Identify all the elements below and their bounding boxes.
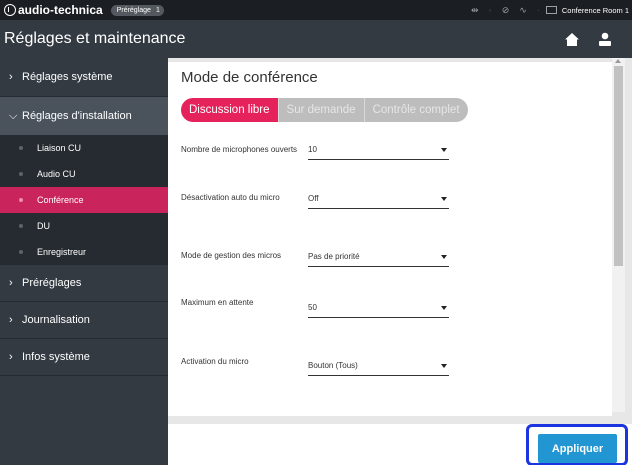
dropdown-arrow-icon (441, 254, 447, 259)
sidebar-subitem-label: DU (37, 221, 50, 231)
home-icon[interactable] (565, 33, 579, 46)
sidebar-subitem-label: Conférence (37, 195, 84, 205)
action-footer: Appliquer (168, 424, 632, 465)
status-icons: ⇹ ◦ ⊘ ∿ · (471, 4, 540, 16)
field-label: Activation du micro (181, 357, 249, 366)
sidebar-item-label: Réglages système (22, 71, 113, 83)
conference-mode-tabs: Discussion libre Sur demande Contrôle co… (181, 98, 468, 122)
sidebar-item-reglages-installation[interactable]: ⌵ Réglages d'installation (0, 97, 168, 135)
apply-button[interactable]: Appliquer (538, 434, 617, 463)
tab-discussion-libre[interactable]: Discussion libre (181, 98, 278, 122)
sidebar-item-label: Réglages d'installation (22, 110, 132, 122)
mic-activation-select[interactable]: Bouton (Tous) (308, 356, 449, 376)
field-label: Nombre de microphones ouverts (181, 145, 298, 154)
bullet-icon (19, 250, 23, 254)
mic-management-select[interactable]: Pas de priorité (308, 247, 449, 267)
sidebar-subitem-label: Liaison CU (37, 143, 82, 153)
power-icon: ⊘ (501, 5, 510, 15)
sidebar-item-label: Journalisation (22, 314, 90, 326)
preset-number: 1 (155, 6, 160, 14)
scrollbar-thumb[interactable] (614, 66, 623, 266)
sidebar-subitem-label: Enregistreur (37, 247, 87, 257)
header-bar: Réglages et maintenance (0, 20, 632, 58)
auto-mute-select[interactable]: Off (308, 189, 449, 209)
open-mics-select[interactable]: 10 (308, 140, 449, 160)
sidebar-subitem-conference[interactable]: Conférence (0, 187, 168, 213)
signal-icon: ∿ (519, 5, 527, 15)
sidebar-item-label: Préréglages (22, 277, 82, 289)
user-icon[interactable] (598, 32, 612, 46)
sidebar-subitem-label: Audio CU (37, 169, 76, 179)
dropdown-arrow-icon (441, 363, 447, 368)
preset-indicator: Préréglage 1 (110, 4, 164, 16)
top-status-bar: audio-technica Préréglage 1 ⇹ ◦ ⊘ ∿ · Co… (0, 0, 632, 20)
select-value: Pas de priorité (308, 252, 360, 261)
bullet-icon (19, 224, 23, 228)
brand-name: audio-technica (18, 3, 103, 17)
page-title: Réglages et maintenance (4, 30, 186, 47)
sidebar-divider (0, 375, 168, 376)
chevron-right-icon: › (9, 277, 13, 289)
dropdown-arrow-icon (441, 196, 447, 201)
field-label: Mode de gestion des micros (181, 251, 282, 260)
chevron-right-icon: › (9, 351, 13, 363)
tab-controle-complet[interactable]: Contrôle complet (364, 98, 468, 122)
vertical-scrollbar[interactable] (612, 58, 625, 412)
sidebar-subitem-du[interactable]: DU (0, 213, 168, 239)
status-dot-icon: · (536, 5, 540, 15)
sidebar-item-journalisation[interactable]: › Journalisation (0, 302, 168, 338)
sidebar-subitem-liaison-cu[interactable]: Liaison CU (0, 135, 168, 161)
room-indicator: Conference Room 1 (545, 0, 629, 20)
scroll-up-icon[interactable] (615, 59, 621, 63)
select-value: 10 (308, 145, 317, 154)
sidebar-subitem-enregistreur[interactable]: Enregistreur (0, 239, 168, 265)
field-label: Désactivation auto du micro (181, 193, 280, 202)
room-name: Conference Room 1 (561, 5, 629, 15)
section-title: Mode de conférence (181, 69, 318, 86)
sidebar: › Réglages système ⌵ Réglages d'installa… (0, 58, 168, 465)
bullet-icon (19, 172, 23, 176)
sidebar-item-preglages[interactable]: › Préréglages (0, 265, 168, 301)
conference-settings-panel: Mode de conférence Discussion libre Sur … (168, 62, 612, 416)
room-display-icon (545, 6, 557, 14)
chevron-right-icon: › (9, 314, 13, 326)
bullet-icon (19, 146, 23, 150)
chevron-down-icon: ⌵ (9, 109, 18, 122)
chevron-right-icon: › (9, 71, 13, 83)
sidebar-item-reglages-systeme[interactable]: › Réglages système (0, 58, 168, 96)
field-label: Maximum en attente (181, 298, 254, 307)
dropdown-arrow-icon (441, 147, 447, 152)
sidebar-subitem-audio-cu[interactable]: Audio CU (0, 161, 168, 187)
main-content: Mode de conférence Discussion libre Sur … (168, 58, 632, 465)
select-value: Bouton (Tous) (308, 361, 358, 370)
sidebar-item-label: Infos système (22, 351, 90, 363)
brand-logo: audio-technica (4, 3, 103, 17)
sidebar-item-infos-systeme[interactable]: › Infos système (0, 339, 168, 375)
network-icon: ◦ (488, 5, 492, 15)
select-value: Off (308, 194, 319, 203)
audio-technica-logo-icon (4, 4, 16, 16)
dropdown-arrow-icon (441, 305, 447, 310)
select-value: 50 (308, 303, 317, 312)
usb-icon: ⇹ (471, 5, 479, 15)
tab-sur-demande[interactable]: Sur demande (277, 98, 365, 122)
max-waiting-select[interactable]: 50 (308, 298, 449, 318)
bullet-icon (19, 198, 23, 202)
preset-label: Préréglage (116, 6, 151, 14)
